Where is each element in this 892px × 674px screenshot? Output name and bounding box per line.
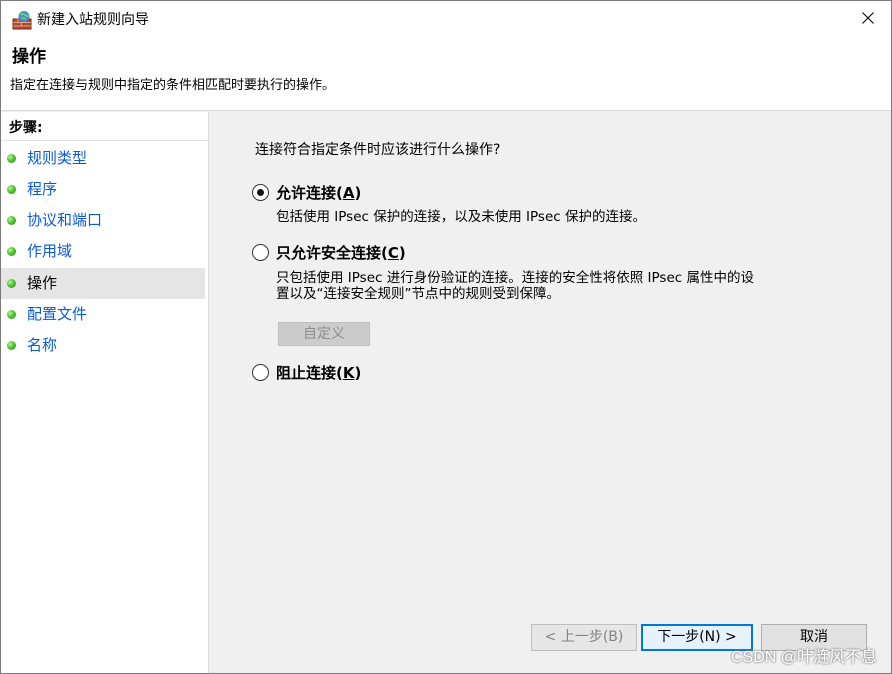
allow-connection-description: 包括使用 IPsec 保护的连接，以及未使用 IPsec 保护的连接。 <box>276 209 646 225</box>
radio-block[interactable] <box>252 364 269 381</box>
step-name[interactable]: 名称 <box>1 330 205 361</box>
window-title: 新建入站规则向导 <box>37 12 149 28</box>
green-dot-icon <box>7 185 16 194</box>
close-button[interactable] <box>845 1 891 39</box>
step-label: 程序 <box>27 180 58 198</box>
step-action[interactable]: 操作 <box>1 268 205 299</box>
step-label: 配置文件 <box>27 305 88 323</box>
wizard-header: 操作 指定在连接与规则中指定的条件相匹配时要执行的操作。 <box>1 39 891 111</box>
steps-divider <box>1 140 208 141</box>
watermark: CSDN @叶涟风不息 <box>730 649 877 666</box>
step-label: 操作 <box>27 274 58 292</box>
wizard-window: 新建入站规则向导 操作 指定在连接与规则中指定的条件相匹配时要执行的操作。 步骤… <box>0 0 892 674</box>
page-subtitle: 指定在连接与规则中指定的条件相匹配时要执行的操作。 <box>10 78 336 93</box>
radio-label: 只允许安全连接(C) <box>276 244 406 262</box>
allow-secure-description-line2: 置以及“连接安全规则”节点中的规则受到保障。 <box>276 286 560 302</box>
allow-connection-option[interactable]: 允许连接(A) <box>252 182 452 204</box>
step-label: 名称 <box>27 336 58 354</box>
customize-button[interactable]: 自定义 <box>278 322 370 346</box>
steps-heading: 步骤: <box>9 120 43 136</box>
back-button[interactable]: < 上一步(B) <box>531 624 637 651</box>
radio-allow-secure[interactable] <box>252 244 269 261</box>
block-connection-option[interactable]: 阻止连接(K) <box>252 362 452 384</box>
allow-secure-description-line1: 只包括使用 IPsec 进行身份验证的连接。连接的安全性将依照 IPsec 属性… <box>276 270 754 286</box>
steps-panel: 步骤: 规则类型 程序 协议和端口 作用域 操作 配置文件 名称 <box>1 112 209 673</box>
main-content: 连接符合指定条件时应该进行什么操作? 允许连接(A) 包括使用 IPsec 保护… <box>210 112 891 673</box>
firewall-app-icon <box>12 10 32 30</box>
radio-label: 允许连接(A) <box>276 184 362 202</box>
title-bar: 新建入站规则向导 <box>1 1 891 39</box>
step-protocol-port[interactable]: 协议和端口 <box>1 205 205 236</box>
radio-allow[interactable] <box>252 184 269 201</box>
radio-label: 阻止连接(K) <box>276 364 362 382</box>
green-dot-icon <box>7 216 16 225</box>
step-scope[interactable]: 作用域 <box>1 236 205 267</box>
step-rule-type[interactable]: 规则类型 <box>1 143 205 174</box>
action-question: 连接符合指定条件时应该进行什么操作? <box>255 142 501 158</box>
step-label: 作用域 <box>27 242 73 260</box>
close-icon <box>862 12 874 28</box>
step-program[interactable]: 程序 <box>1 174 205 205</box>
green-dot-icon <box>7 310 16 319</box>
allow-secure-option[interactable]: 只允许安全连接(C) <box>252 242 452 264</box>
green-dot-icon <box>7 247 16 256</box>
step-label: 规则类型 <box>27 149 88 167</box>
step-label: 协议和端口 <box>27 211 103 229</box>
page-title: 操作 <box>12 47 46 67</box>
step-profile[interactable]: 配置文件 <box>1 299 205 330</box>
green-dot-icon <box>7 279 16 288</box>
green-dot-icon <box>7 154 16 163</box>
green-dot-icon <box>7 341 16 350</box>
